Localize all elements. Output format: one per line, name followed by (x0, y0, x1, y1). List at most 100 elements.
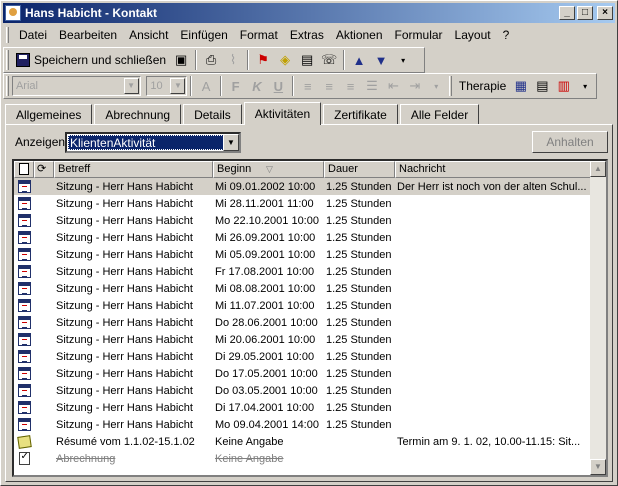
menu-help[interactable]: ? (497, 28, 516, 42)
table-row[interactable]: Sitzung - Herr Hans Habicht Mo 22.10.2001… (14, 212, 591, 229)
row-message: Termin am 9. 1. 02, 10.00-11.15: Sit... (397, 435, 581, 448)
table-row[interactable]: Sitzung - Herr Hans Habicht Fr 17.08.2001… (14, 263, 591, 280)
row-type-cell (14, 451, 34, 465)
tab-details[interactable]: Details (183, 104, 242, 124)
table-row[interactable]: Sitzung - Herr Hans Habicht Do 03.05.2001… (14, 382, 591, 399)
minimize-button[interactable]: _ (559, 6, 575, 20)
menu-layout[interactable]: Layout (449, 28, 497, 42)
tab-abrechnung[interactable]: Abrechnung (94, 104, 182, 124)
table-row[interactable]: Sitzung - Herr Hans Habicht Mi 26.09.2001… (14, 229, 591, 246)
table-row[interactable]: Sitzung - Herr Hans Habicht Do 17.05.2001… (14, 365, 591, 382)
format-options-icon[interactable]: ▾ (426, 75, 447, 97)
align-center-icon[interactable]: ≡ (318, 75, 339, 97)
bar-chart-icon[interactable]: ▥ (553, 75, 574, 97)
align-left-icon[interactable]: ≡ (297, 75, 318, 97)
row-start: Mo 09.04.2001 14:00 (215, 418, 319, 431)
menu-ansicht[interactable]: Ansicht (123, 28, 174, 42)
row-subject: Résumé vom 1.1.02-15.1.02 (56, 435, 195, 448)
maximize-button[interactable]: □ (577, 6, 593, 20)
row-start: Di 29.05.2001 10:00 (215, 350, 315, 363)
save-and-close-button[interactable]: Speichern und schließen (12, 49, 170, 71)
menu-format[interactable]: Format (234, 28, 284, 42)
bold-icon[interactable]: F (225, 75, 246, 97)
row-start: Mi 28.11.2001 11:00 (215, 197, 314, 210)
tab-allgemeines[interactable]: Allgemeines (5, 104, 93, 124)
row-subject: Sitzung - Herr Hans Habicht (56, 214, 193, 227)
scroll-up-button[interactable]: ▲ (590, 161, 606, 177)
scroll-down-button[interactable]: ▼ (590, 459, 606, 475)
row-start: Di 17.04.2001 10:00 (215, 401, 315, 414)
toolbar-options-icon[interactable]: ▾ (392, 49, 414, 71)
chevron-down-icon[interactable]: ▼ (223, 134, 239, 151)
table-row[interactable]: Sitzung - Herr Hans Habicht Mo 09.04.2001… (14, 416, 591, 433)
tab-zertifikate[interactable]: Zertifikate (323, 104, 398, 124)
next-item-icon[interactable]: ▼ (370, 49, 392, 71)
table-row[interactable]: Sitzung - Herr Hans Habicht Mi 20.06.2001… (14, 331, 591, 348)
decrease-indent-icon[interactable]: ⇤ (383, 75, 404, 97)
menu-bearbeiten[interactable]: Bearbeiten (53, 28, 123, 42)
table-row[interactable]: Sitzung - Herr Hans Habicht Mi 11.07.2001… (14, 297, 591, 314)
row-duration: 1.25 Stunden (326, 265, 392, 278)
menu-grip[interactable] (6, 27, 9, 43)
row-message: Der Herr ist noch von der alten Schul... (397, 180, 587, 193)
column-header-betreff[interactable]: Betreff (54, 161, 213, 178)
column-header-icon[interactable] (14, 161, 34, 178)
align-right-icon[interactable]: ≡ (340, 75, 361, 97)
menu-datei[interactable]: Datei (13, 28, 53, 42)
italic-icon[interactable]: K (246, 75, 267, 97)
toolbar-options-icon[interactable]: ▾ (574, 75, 595, 97)
tab-alle-felder[interactable]: Alle Felder (399, 104, 480, 124)
table-row[interactable]: Résumé vom 1.1.02-15.1.02 Keine Angabe Ter… (14, 433, 591, 450)
tab-aktivitaeten[interactable]: Aktivitäten (243, 102, 322, 125)
row-start: Mi 20.06.2001 10:00 (215, 333, 316, 346)
font-name-combo[interactable]: Arial ▼ (11, 76, 141, 96)
menu-einfuegen[interactable]: Einfügen (174, 28, 233, 42)
row-duration: 1.25 Stunden (326, 197, 392, 210)
toolbar-grip[interactable] (6, 50, 9, 70)
font-size-combo[interactable]: 10 ▼ (146, 76, 188, 96)
menu-extras[interactable]: Extras (284, 28, 330, 42)
table-row[interactable]: Sitzung - Herr Hans Habicht Do 28.06.2001… (14, 314, 591, 331)
table-row[interactable]: Sitzung - Herr Hans Habicht Mi 28.11.2001… (14, 195, 591, 212)
contact-card-icon[interactable]: ◈ (274, 49, 296, 71)
print-icon[interactable]: ⎙ (200, 49, 222, 71)
column-header-beginn-label: Beginn (217, 163, 252, 175)
column-header-recurrence[interactable]: ⟳ (34, 161, 54, 178)
save-icon[interactable]: ▣ (170, 49, 192, 71)
table-row[interactable]: Sitzung - Herr Hans Habicht Mi 08.08.2001… (14, 280, 591, 297)
row-start: Do 17.05.2001 10:00 (215, 367, 318, 380)
dial-icon[interactable]: ☏ (318, 49, 340, 71)
toolbar-grip[interactable] (6, 76, 9, 96)
therapie-button[interactable]: Therapie (455, 79, 510, 93)
toolbar-grip[interactable] (448, 76, 452, 96)
table-row[interactable]: Sitzung - Herr Hans Habicht Mi 05.09.2001… (14, 246, 591, 263)
table-row[interactable]: Sitzung - Herr Hans Habicht Mi 09.01.2002… (14, 178, 591, 195)
document-icon[interactable]: ▤ (532, 75, 553, 97)
halt-button[interactable]: Anhalten (532, 131, 608, 153)
menu-formular[interactable]: Formular (389, 28, 449, 42)
menu-aktionen[interactable]: Aktionen (330, 28, 389, 42)
table-row[interactable]: Sitzung - Herr Hans Habicht Di 17.04.2001… (14, 399, 591, 416)
column-header-dauer[interactable]: Dauer (324, 161, 395, 178)
row-start: Do 28.06.2001 10:00 (215, 316, 318, 329)
calendar-icon[interactable]: ▦ (510, 75, 531, 97)
address-book-icon[interactable]: ▤ (296, 49, 318, 71)
row-duration: 1.25 Stunden (326, 316, 392, 329)
column-header-nachricht[interactable]: Nachricht (395, 161, 591, 178)
column-header-beginn[interactable]: Beginn ▽ (213, 161, 324, 178)
previous-item-icon[interactable]: ▲ (348, 49, 370, 71)
table-row[interactable]: Abrechnung Keine Angabe (14, 450, 591, 467)
bullets-icon[interactable]: ☰ (361, 75, 382, 97)
underline-icon[interactable]: U (268, 75, 289, 97)
row-type-cell (14, 180, 34, 193)
show-filter-dropdown[interactable]: KlientenAktivität ▼ (65, 132, 241, 153)
close-button[interactable]: × (597, 6, 613, 20)
flag-icon[interactable]: ⚑ (252, 49, 274, 71)
row-type-cell (14, 197, 34, 210)
row-duration: 1.25 Stunden (326, 231, 392, 244)
attach-icon[interactable]: ⌇ (222, 49, 244, 71)
vertical-scrollbar[interactable]: ▲ ▼ (590, 161, 606, 475)
increase-indent-icon[interactable]: ⇥ (404, 75, 425, 97)
table-row[interactable]: Sitzung - Herr Hans Habicht Di 29.05.2001… (14, 348, 591, 365)
font-color-icon[interactable]: A (195, 75, 216, 97)
